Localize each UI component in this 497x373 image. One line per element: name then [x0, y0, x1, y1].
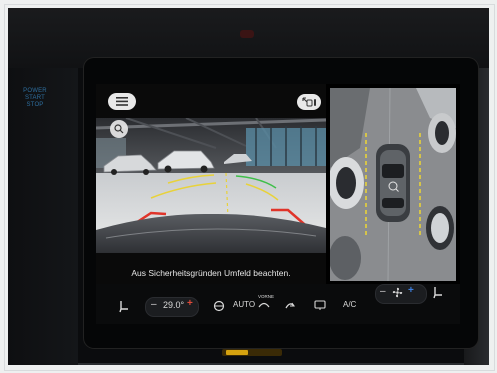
console-left: [8, 68, 78, 365]
indicator-light: [240, 30, 254, 38]
seat-heat-driver-icon[interactable]: [118, 300, 130, 315]
start-label: START: [24, 95, 46, 101]
safety-notice: Aus Sicherheitsgründen Umfeld beachten.: [131, 268, 291, 278]
camera-view-toggle-button[interactable]: [297, 94, 321, 110]
temperature-minus-button[interactable]: –: [151, 299, 157, 310]
magnifier-icon: [114, 124, 124, 134]
ac-button[interactable]: A/C: [343, 300, 356, 309]
temperature-plus-button[interactable]: +: [187, 298, 193, 309]
rear-defrost-icon[interactable]: [314, 300, 326, 313]
rear-camera-image: [96, 118, 326, 253]
stop-label: STOP: [26, 102, 44, 108]
auto-button[interactable]: AUTO: [233, 300, 255, 309]
power-start-stop-button[interactable]: POWER START STOP: [20, 88, 50, 109]
console-badge: [222, 349, 282, 356]
surround-view-image: [330, 88, 456, 281]
fan-icon: [392, 287, 403, 300]
steering-heat-icon[interactable]: [213, 300, 225, 314]
seat-heat-passenger-icon[interactable]: [432, 286, 444, 301]
zoom-button[interactable]: [110, 120, 128, 138]
air-recirculation-icon[interactable]: [284, 299, 296, 313]
camera-view-icon: [302, 97, 316, 107]
menu-icon: [116, 97, 128, 106]
fan-minus-button[interactable]: –: [380, 286, 386, 297]
defrost-icon: [258, 302, 270, 308]
surround-view-panel: [330, 88, 456, 281]
fan-plus-button[interactable]: +: [408, 285, 414, 296]
power-label: POWER: [23, 88, 47, 94]
temperature-value: 29.0°: [163, 300, 185, 310]
rear-camera-view: [96, 118, 326, 253]
front-defrost-button[interactable]: VORNE: [258, 294, 274, 311]
menu-button[interactable]: [108, 93, 136, 110]
